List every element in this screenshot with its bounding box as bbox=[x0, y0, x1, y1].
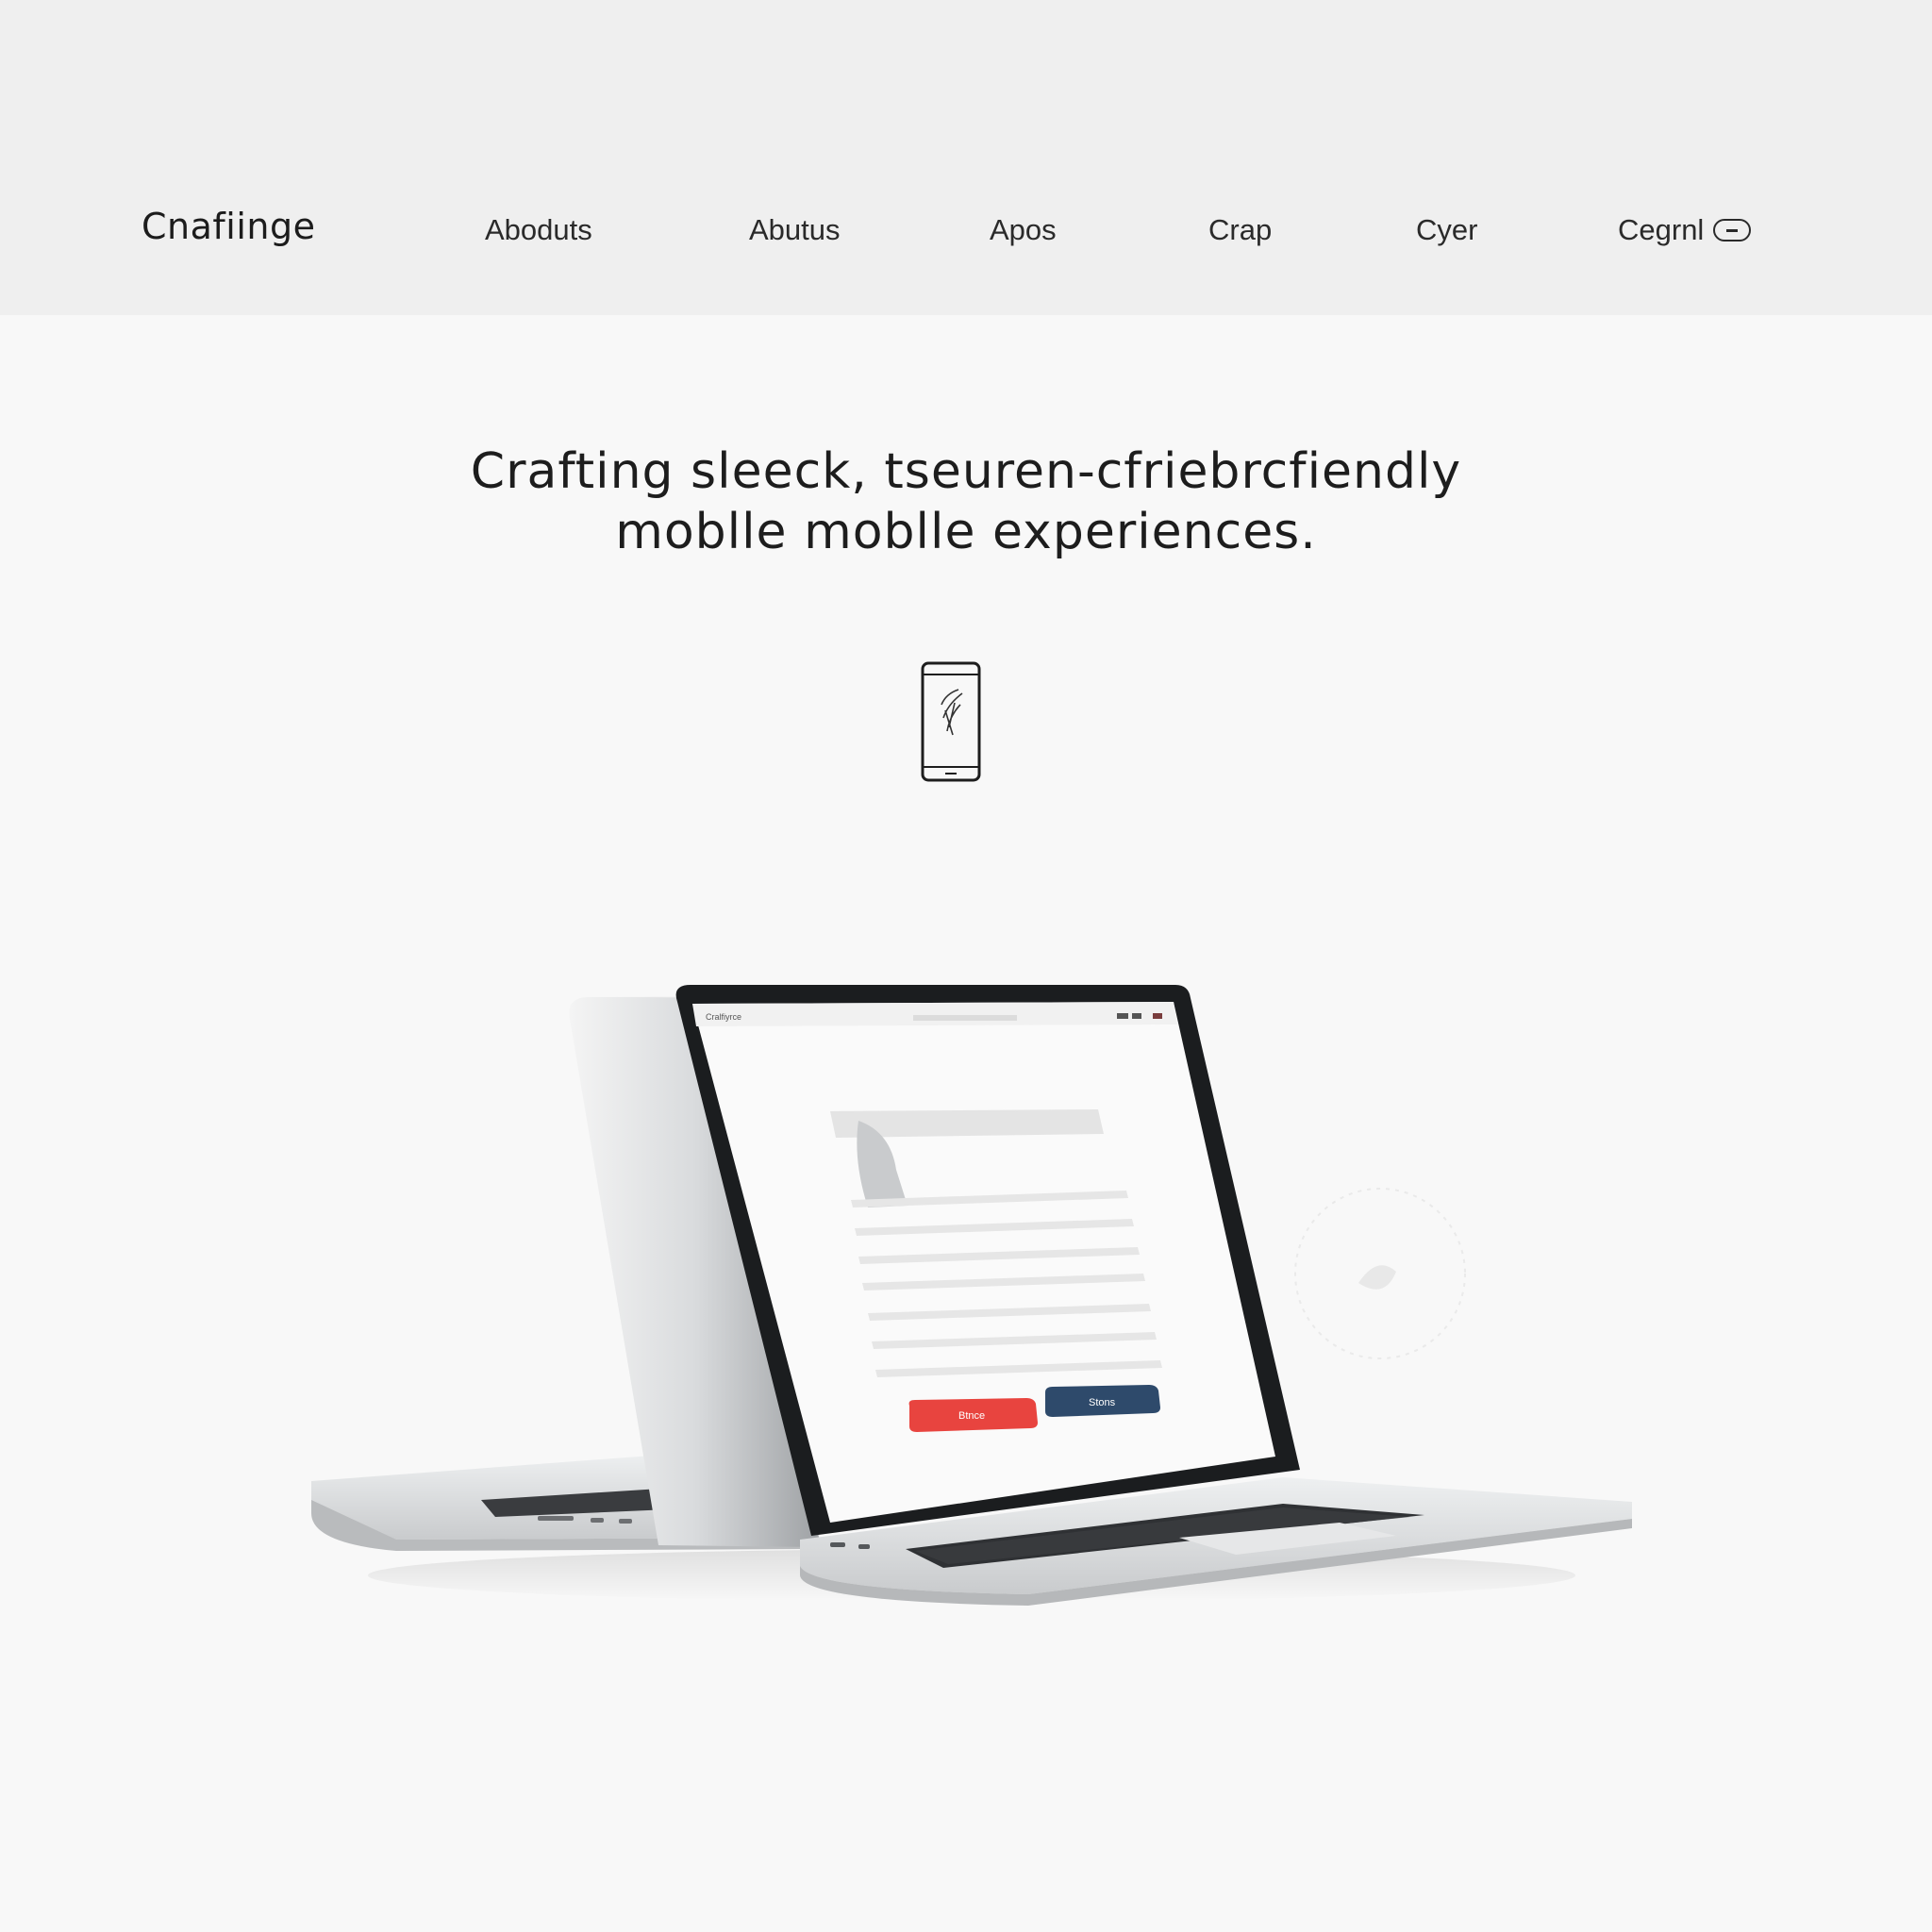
nav-link-aboduts[interactable]: Aboduts bbox=[485, 213, 592, 247]
mobile-phone-icon bbox=[921, 661, 981, 782]
nav-link-cyer[interactable]: Cyer bbox=[1416, 213, 1477, 247]
nav-cta-button[interactable]: Cegrnl bbox=[1618, 213, 1752, 247]
svg-text:Cralfiyrce: Cralfiyrce bbox=[706, 1012, 741, 1022]
nav-link-apos[interactable]: Apos bbox=[990, 213, 1057, 247]
front-laptop: Cralfiyrce Btnce Stons bbox=[675, 985, 1632, 1606]
decorative-faint-circle bbox=[1294, 1188, 1466, 1359]
svg-text:Stons: Stons bbox=[1089, 1397, 1116, 1408]
hero-headline-line-1: Crafting sleeck, tseuren-cfriebrcfiendly bbox=[470, 443, 1462, 500]
hero-headline: Crafting sleeck, tseuren-cfriebrcfiendly… bbox=[0, 441, 1932, 562]
pill-minus-icon bbox=[1713, 219, 1752, 242]
screen-navy-button: Stons bbox=[1045, 1385, 1160, 1417]
laptops-illustration: Cralfiyrce Btnce Stons bbox=[311, 985, 1632, 1606]
nav-link-crap[interactable]: Crap bbox=[1208, 213, 1272, 247]
site-header: Cnafiinge Aboduts Abutus Apos Crap Cyer … bbox=[0, 0, 1932, 315]
nav-link-abutus[interactable]: Abutus bbox=[749, 213, 841, 247]
landing-page: Cnafiinge Aboduts Abutus Apos Crap Cyer … bbox=[0, 0, 1932, 1932]
nav-cta-label: Cegrnl bbox=[1618, 213, 1705, 246]
screen-red-button: Btnce bbox=[908, 1398, 1038, 1432]
hero-headline-line-2: moblle moblle experiences. bbox=[615, 504, 1317, 560]
brand-logo[interactable]: Cnafiinge bbox=[142, 206, 315, 247]
svg-text:Btnce: Btnce bbox=[958, 1410, 985, 1422]
